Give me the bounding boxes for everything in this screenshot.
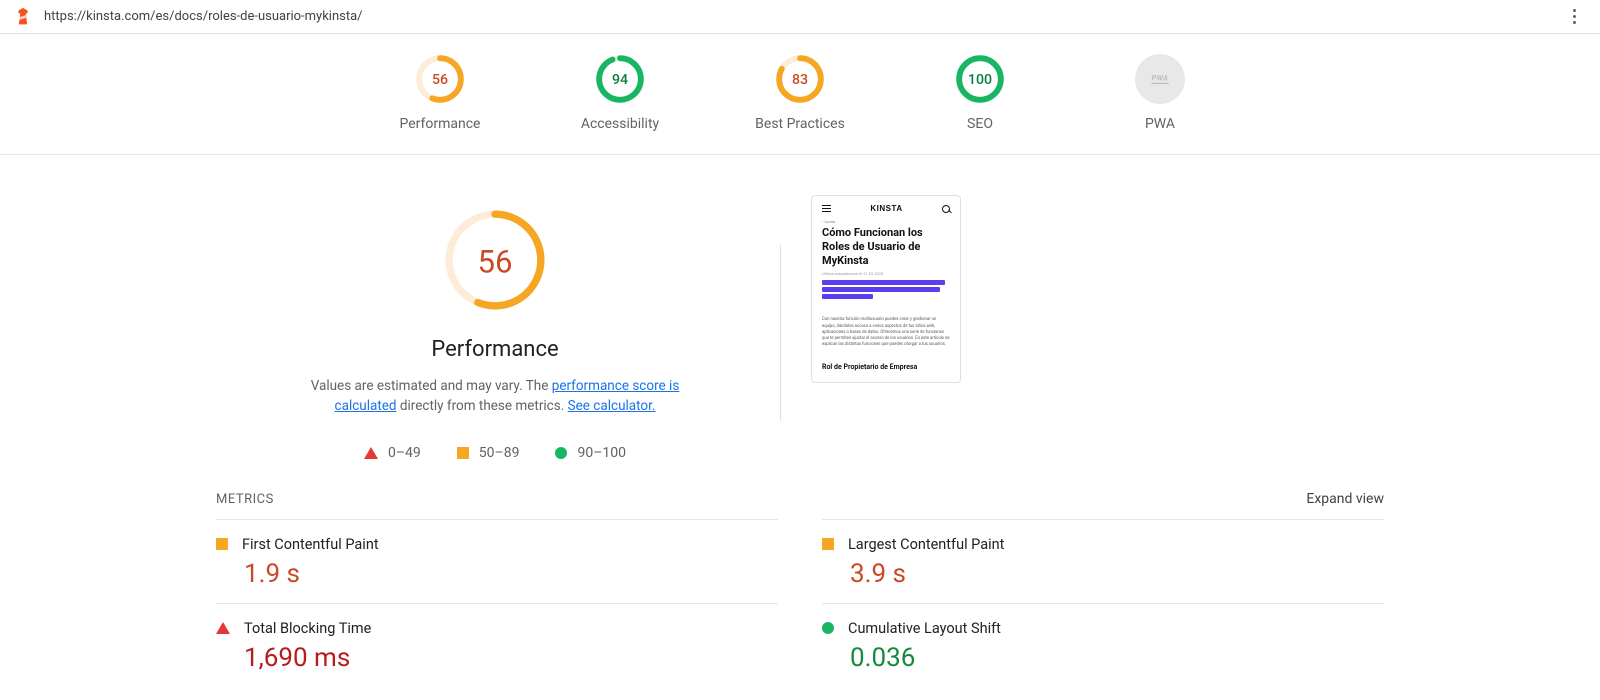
- preview-date: Última actualización el 21.02.2023: [822, 271, 950, 276]
- circle-icon: [555, 447, 567, 459]
- metric-value: 1,690 ms: [244, 643, 778, 673]
- svg-text:PWA: PWA: [1152, 73, 1169, 82]
- legend-label: 0–49: [388, 445, 421, 461]
- gauge-score: 94: [612, 72, 628, 88]
- metric-value: 1.9 s: [244, 559, 778, 589]
- preview-breadcrumb: ‹ Ayuda: [822, 219, 950, 224]
- triangle-icon: [364, 447, 378, 459]
- legend-green: 90–100: [555, 445, 626, 461]
- page-screenshot-preview: KINSTA ‹ Ayuda Cómo Funcionan los Roles …: [811, 195, 961, 383]
- metric-total-blocking-time[interactable]: Total Blocking Time 1,690 ms: [216, 603, 778, 687]
- report-body: 56 Performance Values are estimated and …: [210, 155, 1390, 687]
- legend-red: 0–49: [364, 445, 421, 461]
- hero-description: Values are estimated and may vary. The p…: [295, 376, 695, 417]
- preview-highlight: [822, 287, 940, 292]
- legend-label: 90–100: [577, 445, 626, 461]
- gauge-score: 83: [792, 72, 808, 88]
- gauge-accessibility[interactable]: 94 Accessibility: [565, 54, 675, 132]
- gauge-label: Performance: [400, 116, 481, 132]
- triangle-icon: [216, 622, 230, 634]
- topbar: https://kinsta.com/es/docs/roles-de-usua…: [0, 0, 1600, 34]
- gauge-performance[interactable]: 56 Performance: [385, 54, 495, 132]
- metric-first-contentful-paint[interactable]: First Contentful Paint 1.9 s: [216, 519, 778, 603]
- metric-value: 3.9 s: [850, 559, 1384, 589]
- metrics-grid: First Contentful Paint 1.9 s Largest Conte…: [210, 519, 1390, 687]
- search-icon: [942, 205, 950, 213]
- gauge-label: Accessibility: [581, 116, 659, 132]
- metric-cumulative-layout-shift[interactable]: Cumulative Layout Shift 0.036: [822, 603, 1384, 687]
- preview-paragraph: Con nuestra función multiusuario puedes …: [822, 317, 950, 348]
- gauge-seo[interactable]: 100 SEO: [925, 54, 1035, 132]
- hero-desc-text: Values are estimated and may vary. The: [311, 378, 552, 394]
- vertical-separator: [780, 245, 781, 421]
- hero-title: Performance: [431, 337, 558, 362]
- square-icon: [216, 538, 228, 550]
- metric-name: First Contentful Paint: [242, 536, 379, 553]
- expand-view-toggle[interactable]: Expand view: [1306, 491, 1384, 507]
- gauge-pwa[interactable]: PWA PWA: [1105, 54, 1215, 132]
- gauge-score: 56: [477, 243, 512, 280]
- metric-largest-contentful-paint[interactable]: Largest Contentful Paint 3.9 s: [822, 519, 1384, 603]
- preview-highlight: [822, 280, 945, 285]
- category-gauges: 56 Performance 94 Accessibility 83 Best …: [0, 34, 1600, 155]
- lighthouse-logo-icon: [12, 6, 34, 28]
- score-legend: 0–49 50–89 90–100: [364, 445, 626, 461]
- performance-hero: 56 Performance Values are estimated and …: [210, 195, 780, 461]
- preview-subheading: Rol de Propietario de Empresa: [822, 363, 950, 372]
- square-icon: [822, 538, 834, 550]
- preview-brand: KINSTA: [870, 204, 902, 213]
- metrics-section-label: METRICS: [216, 492, 274, 507]
- legend-label: 50–89: [479, 445, 520, 461]
- pwa-badge-icon: PWA: [1135, 54, 1185, 104]
- preview-headline: Cómo Funcionan los Roles de Usuario de M…: [822, 226, 950, 267]
- metric-value: 0.036: [850, 643, 1384, 673]
- gauge-best-practices[interactable]: 83 Best Practices: [745, 54, 855, 132]
- gauge-score: 100: [968, 72, 992, 88]
- see-calculator-link[interactable]: See calculator.: [568, 398, 656, 414]
- page-url: https://kinsta.com/es/docs/roles-de-usua…: [44, 9, 363, 24]
- preview-highlight: [822, 294, 873, 299]
- legend-orange: 50–89: [457, 445, 520, 461]
- gauge-label: Best Practices: [755, 116, 845, 132]
- metric-name: Cumulative Layout Shift: [848, 620, 1001, 637]
- gauge-label: SEO: [967, 116, 993, 132]
- metric-name: Largest Contentful Paint: [848, 536, 1004, 553]
- metric-name: Total Blocking Time: [244, 620, 371, 637]
- hero-desc-text: directly from these metrics.: [397, 398, 568, 414]
- square-icon: [457, 447, 469, 459]
- hamburger-icon: [822, 205, 831, 212]
- gauge-score: 56: [432, 72, 448, 88]
- gauge-label: PWA: [1145, 116, 1175, 132]
- circle-icon: [822, 622, 834, 634]
- performance-big-gauge: 56: [440, 205, 550, 319]
- tools-menu-button[interactable]: [1562, 5, 1586, 29]
